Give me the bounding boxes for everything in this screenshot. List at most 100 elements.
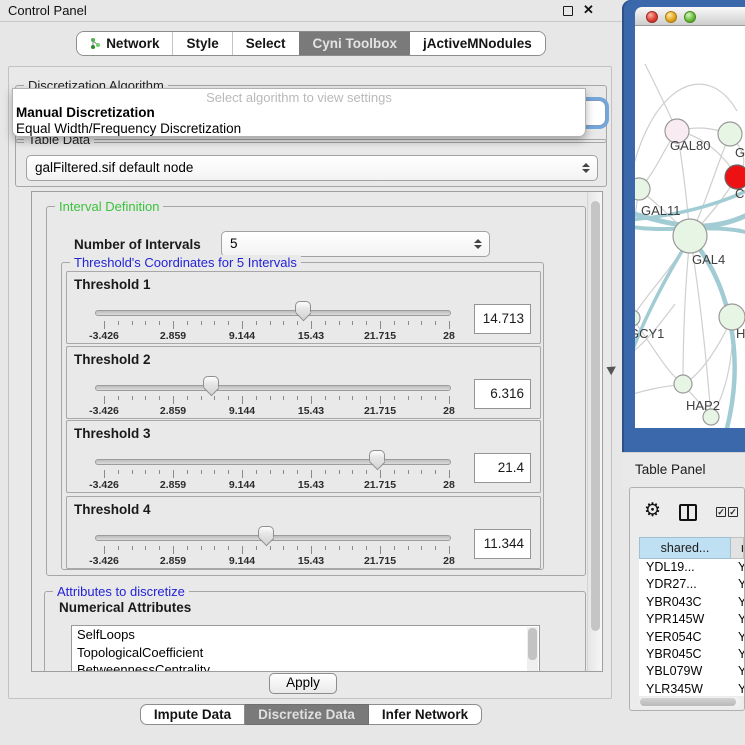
- table-row[interactable]: YDR27...YDR2: [639, 576, 744, 593]
- table-row[interactable]: YER054CYER0: [639, 629, 744, 646]
- zoom-window-button[interactable]: [684, 11, 696, 23]
- threshold-3-value-field[interactable]: 21.4: [474, 453, 531, 483]
- checkbox-icon[interactable]: ✓: [728, 507, 738, 517]
- node-hap2[interactable]: [674, 375, 692, 393]
- tick-mark: [228, 470, 229, 474]
- node-gal4[interactable]: [673, 219, 707, 253]
- network-graph: GAL80 GA GAL11 C GAL4 GCY1 H HAP2: [635, 26, 745, 428]
- checkbox-icon[interactable]: ✓: [716, 507, 726, 517]
- threshold-2-label: Threshold 2: [74, 352, 151, 367]
- node-label-gcy1: GCY1: [635, 326, 664, 341]
- attribute-list-item[interactable]: TopologicalCoefficient: [72, 644, 539, 662]
- tick-mark: [145, 396, 146, 400]
- tick-mark: [283, 321, 284, 325]
- threshold-1-slider-knob[interactable]: [295, 301, 311, 313]
- apply-button[interactable]: Apply: [269, 673, 337, 694]
- algorithm-option-manual[interactable]: Manual Discretization: [13, 105, 585, 121]
- column-header-shared-name[interactable]: shared...: [639, 537, 731, 559]
- cell-shared-name: YER054C: [639, 629, 731, 646]
- threshold-3-label: Threshold 3: [74, 426, 151, 441]
- tick-mark: [228, 321, 229, 325]
- tick-mark: [256, 546, 257, 550]
- threshold-2-slider-knob[interactable]: [203, 376, 219, 388]
- cell-shared-name: YDR27...: [639, 576, 731, 593]
- settings-vertical-scrollbar[interactable]: [587, 192, 602, 671]
- tick-label: 2.859: [160, 405, 186, 417]
- tick-label: 9.144: [229, 479, 255, 491]
- attributes-list-scroll-thumb[interactable]: [528, 628, 537, 660]
- tick-mark: [283, 546, 284, 550]
- tick-mark: [297, 321, 298, 325]
- tab-impute-data[interactable]: Impute Data: [140, 704, 245, 725]
- threshold-4-slider-knob[interactable]: [258, 526, 274, 538]
- table-hscroll-thumb[interactable]: [640, 698, 736, 706]
- close-window-button[interactable]: [646, 11, 658, 23]
- table-row[interactable]: YBR045CYBR0: [639, 646, 744, 663]
- tick-mark: [118, 396, 119, 400]
- tick-mark: [352, 321, 353, 325]
- spinner-arrows-icon: [474, 239, 482, 249]
- threshold-2-value-field[interactable]: 6.316: [474, 379, 531, 409]
- tab-network[interactable]: Network: [77, 32, 172, 55]
- tab-style[interactable]: Style: [172, 32, 231, 55]
- table-row[interactable]: YPR145WYPR1: [639, 611, 744, 628]
- settings-scroll-thumb[interactable]: [591, 201, 600, 631]
- tab-infer-network[interactable]: Infer Network: [369, 704, 482, 725]
- cell-shared-name: YPR145W: [639, 611, 731, 628]
- threshold-1-value-field[interactable]: 14.713: [474, 304, 531, 334]
- attributes-list-scrollbar[interactable]: [527, 627, 538, 671]
- columns-icon[interactable]: [679, 504, 697, 521]
- tick-mark: [201, 546, 202, 550]
- table-data-combo[interactable]: galFiltered.sif default node: [26, 155, 598, 181]
- minimize-window-button[interactable]: [665, 11, 677, 23]
- column-header-name[interactable]: na: [731, 537, 744, 559]
- node-top-right[interactable]: [718, 122, 742, 146]
- panel-title: Control Panel: [8, 3, 87, 18]
- tick-mark: [449, 396, 450, 404]
- table-row[interactable]: YBL079WYBL0: [639, 663, 744, 680]
- attribute-list-item[interactable]: SelfLoops: [72, 626, 539, 644]
- node-label-partial-ga: GA: [735, 145, 745, 160]
- threshold-4-value-field[interactable]: 11.344: [474, 529, 531, 559]
- thresholds-group: Threshold's Coordinates for 5 Intervals …: [61, 262, 544, 570]
- table-row[interactable]: YBR043CYBR0: [639, 594, 744, 611]
- cell-name: YDL1: [731, 559, 744, 576]
- close-icon[interactable]: ✕: [583, 2, 594, 18]
- attribute-list-item[interactable]: BetweennessCentrality: [72, 661, 539, 672]
- tick-mark: [228, 396, 229, 400]
- tick-mark: [270, 321, 271, 325]
- tab-discretize-data[interactable]: Discretize Data: [245, 704, 369, 725]
- tick-mark: [339, 321, 340, 325]
- float-window-icon[interactable]: [563, 6, 573, 16]
- tick-mark: [145, 546, 146, 550]
- tick-mark: [214, 321, 215, 325]
- table-horizontal-scrollbar[interactable]: [639, 697, 741, 707]
- tick-label: 21.715: [364, 479, 396, 491]
- attributes-group: Attributes to discretize Numerical Attri…: [44, 591, 586, 672]
- tick-mark: [394, 396, 395, 400]
- gear-icon[interactable]: ⚙: [644, 501, 661, 520]
- tab-jactivemnodules[interactable]: jActiveMNodules: [410, 32, 545, 55]
- tick-label: -3.426: [89, 330, 119, 342]
- tick-mark: [214, 546, 215, 550]
- tab-select[interactable]: Select: [232, 32, 299, 55]
- tick-mark: [201, 321, 202, 325]
- threshold-1-slider-track[interactable]: [95, 310, 451, 316]
- node-gcy1[interactable]: [635, 310, 640, 326]
- tab-cyni-toolbox[interactable]: Cyni Toolbox: [299, 32, 411, 55]
- threshold-2-slider-track[interactable]: [95, 385, 451, 391]
- table-row[interactable]: YDL19...YDL1: [639, 559, 744, 576]
- threshold-3-slider-knob[interactable]: [369, 450, 385, 462]
- tick-mark: [408, 470, 409, 474]
- tick-mark: [187, 396, 188, 400]
- tick-mark: [435, 546, 436, 550]
- threshold-3-slider-track[interactable]: [95, 459, 451, 465]
- tick-mark: [270, 470, 271, 474]
- algorithm-option-equal-width[interactable]: Equal Width/Frequency Discretization: [13, 121, 585, 137]
- tick-mark: [408, 546, 409, 550]
- tick-label: -3.426: [89, 405, 119, 417]
- number-of-intervals-spinner[interactable]: 5: [221, 231, 490, 257]
- table-row[interactable]: YLR345WYLR3: [639, 681, 744, 696]
- network-icon: [90, 37, 101, 50]
- network-window-titlebar: [635, 7, 745, 26]
